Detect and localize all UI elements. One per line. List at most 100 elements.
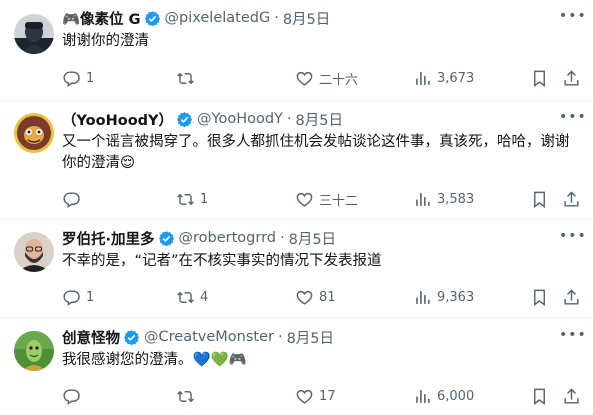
action-bar: 1 三十二 3,583 xyxy=(62,189,581,209)
reply-button[interactable]: 1 xyxy=(62,68,94,88)
verified-badge-icon xyxy=(144,10,160,26)
more-icon[interactable]: ••• xyxy=(559,228,586,248)
tweet-date[interactable]: 8月5日 xyxy=(289,228,336,249)
view-count: 9,363 xyxy=(437,289,475,305)
like-icon xyxy=(296,290,313,305)
like-button[interactable]: 81 xyxy=(295,287,336,307)
tweet-text: 不幸的是，“记者”在不核实事实的情况下发表报道 xyxy=(62,253,382,269)
author-name[interactable]: 罗伯托·加里多 xyxy=(62,228,155,249)
reply-count: 1 xyxy=(86,70,95,86)
reply-icon xyxy=(63,289,80,306)
bookmark-button[interactable] xyxy=(530,386,549,406)
separator-dot: · xyxy=(286,111,292,127)
views-button[interactable]: 6,000 xyxy=(413,386,474,406)
reply-tweet[interactable]: （YooHoodY） @YooHoodY · 8月5日 ••• 又一个谣言被揭穿… xyxy=(0,101,593,220)
like-count: 17 xyxy=(319,388,336,404)
like-button[interactable]: 17 xyxy=(295,386,336,406)
tweet-text: 谢谢你的澄清 xyxy=(62,33,149,49)
retweet-icon xyxy=(177,72,194,84)
views-icon xyxy=(416,71,430,85)
retweet-button[interactable]: 1 xyxy=(176,189,208,209)
reply-icon xyxy=(63,70,80,87)
like-icon xyxy=(296,71,313,86)
reply-tweet[interactable]: 创意怪物 @CreatveMonster · 8月5日 ••• 我很感谢您的澄清… xyxy=(0,319,593,415)
more-icon[interactable]: ••• xyxy=(559,8,586,28)
like-button[interactable]: 二十六 xyxy=(295,68,358,88)
views-button[interactable]: 3,673 xyxy=(413,68,474,88)
separator-dot: · xyxy=(280,230,285,246)
avatar[interactable] xyxy=(14,331,54,371)
like-button[interactable]: 三十二 xyxy=(295,189,358,209)
reply-button[interactable] xyxy=(62,189,86,209)
author-handle[interactable]: @YooHoodY xyxy=(197,111,283,127)
view-count: 3,583 xyxy=(437,191,475,207)
share-button[interactable] xyxy=(562,386,581,406)
reply-count: 1 xyxy=(86,289,95,305)
more-icon[interactable]: ••• xyxy=(559,109,586,129)
bookmark-icon xyxy=(534,388,545,405)
verified-badge-icon xyxy=(158,230,174,246)
reply-icon xyxy=(63,388,80,405)
views-button[interactable]: 3,583 xyxy=(413,189,474,209)
tweet-text: 又一个谣言被揭穿了。很多人都抓住机会发帖谈论这件事，真该死，哈哈，谢谢你的澄清😌 xyxy=(62,134,570,171)
separator-dot: · xyxy=(274,10,279,26)
action-bar: 1 二十六 3,673 xyxy=(62,68,581,88)
avatar[interactable] xyxy=(14,232,54,272)
share-button[interactable] xyxy=(562,287,581,307)
more-icon[interactable]: ••• xyxy=(559,327,586,347)
reply-tweet[interactable]: 🎮像素位 G @pixelelatedG · 8月5日 ••• 谢谢你的澄清 1… xyxy=(0,0,593,101)
bookmark-icon xyxy=(534,70,545,87)
retweet-icon xyxy=(177,291,194,303)
author-handle[interactable]: @pixelelatedG xyxy=(165,10,271,26)
action-bar: 1 4 81 9,363 xyxy=(62,287,581,307)
share-button[interactable] xyxy=(562,189,581,209)
share-button[interactable] xyxy=(562,68,581,88)
tweet-date[interactable]: 8月5日 xyxy=(287,327,334,348)
author-name[interactable]: （YooHoodY） xyxy=(62,109,173,130)
view-count: 3,673 xyxy=(437,70,475,86)
like-icon xyxy=(296,389,313,404)
reply-feed: 🎮像素位 G @pixelelatedG · 8月5日 ••• 谢谢你的澄清 1… xyxy=(0,0,593,415)
views-icon xyxy=(416,389,430,403)
separator-dot: · xyxy=(277,329,283,345)
like-count: 81 xyxy=(319,289,336,305)
views-icon xyxy=(416,290,430,304)
retweet-button[interactable]: 4 xyxy=(176,287,208,307)
bookmark-button[interactable] xyxy=(530,189,549,209)
retweet-icon xyxy=(177,193,194,205)
bookmark-icon xyxy=(534,289,545,306)
reply-icon xyxy=(63,191,80,208)
bookmark-button[interactable] xyxy=(530,287,549,307)
tweet-text: 我很感谢您的澄清。💙💚🎮 xyxy=(62,352,247,368)
avatar[interactable] xyxy=(14,113,54,153)
like-count: 三十二 xyxy=(319,193,359,209)
views-button[interactable]: 9,363 xyxy=(413,287,474,307)
views-icon xyxy=(416,192,430,206)
like-icon xyxy=(296,192,313,207)
author-handle[interactable]: @CreatveMonster xyxy=(144,329,274,345)
avatar[interactable] xyxy=(14,14,54,54)
share-icon xyxy=(564,288,579,305)
bookmark-icon xyxy=(534,191,545,208)
bookmark-button[interactable] xyxy=(530,68,549,88)
share-icon xyxy=(564,387,579,404)
reply-button[interactable] xyxy=(62,386,86,406)
view-count: 6,000 xyxy=(437,388,475,404)
share-icon xyxy=(564,190,579,207)
verified-badge-icon xyxy=(177,111,193,127)
share-icon xyxy=(564,69,579,86)
author-handle[interactable]: @robertogrrd xyxy=(179,230,276,246)
tweet-date[interactable]: 8月5日 xyxy=(296,109,343,130)
retweet-count: 4 xyxy=(200,289,209,305)
retweet-icon xyxy=(177,390,194,402)
reply-button[interactable]: 1 xyxy=(62,287,94,307)
reply-tweet[interactable]: 罗伯托·加里多 @robertogrrd · 8月5日 ••• 不幸的是，“记者… xyxy=(0,220,593,319)
retweet-button[interactable] xyxy=(176,386,200,406)
action-bar: 17 6,000 xyxy=(62,386,581,406)
tweet-date[interactable]: 8月5日 xyxy=(283,8,330,29)
author-name[interactable]: 🎮像素位 G xyxy=(62,8,141,29)
retweet-count: 1 xyxy=(200,191,209,207)
like-count: 二十六 xyxy=(319,72,359,88)
retweet-button[interactable] xyxy=(176,68,200,88)
author-name[interactable]: 创意怪物 xyxy=(62,327,120,348)
